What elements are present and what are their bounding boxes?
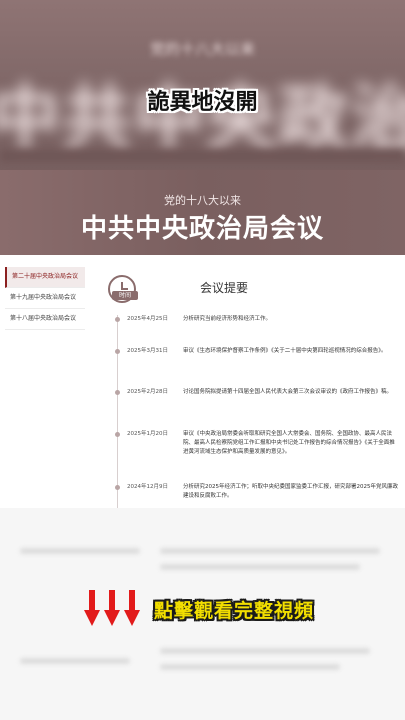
sidebar-nav: 第二十届中央政治局会议 第十九届中央政治局会议 第十八届中央政治局会议 bbox=[5, 267, 85, 330]
arrow-down-icon bbox=[124, 590, 140, 630]
timeline-dot bbox=[115, 317, 120, 322]
banner-subtitle: 党的十八大以来 bbox=[164, 194, 241, 207]
timeline-dot bbox=[115, 390, 120, 395]
blurred-subtitle: 党的十八大以来 bbox=[149, 40, 255, 58]
page-banner: 党的十八大以来 中共中央政治局会议 bbox=[0, 170, 405, 255]
banner-title: 中共中央政治局会议 bbox=[80, 214, 324, 244]
sidebar-item-18th[interactable]: 第十八届中央政治局会议 bbox=[5, 309, 85, 330]
arrow-down-icon bbox=[84, 590, 100, 630]
watch-full-video-caption[interactable]: 點擊觀看完整視頻 bbox=[154, 596, 314, 623]
sidebar-item-19th[interactable]: 第十九届中央政治局会议 bbox=[5, 288, 85, 309]
arrow-down-icon bbox=[104, 590, 120, 630]
entry-date: 2025年2月28日 bbox=[127, 389, 168, 395]
entry-summary[interactable]: 讨论国务院拟提请第十四届全国人民代表大会第三次会议审议的《政府工作报告》稿。 bbox=[183, 388, 399, 397]
blurred-divider bbox=[0, 150, 405, 162]
entry-summary[interactable]: 分析研究2025年经济工作；听取中央纪委国家监委工作汇报，研究部署2025年党风… bbox=[183, 483, 399, 501]
timeline-line bbox=[117, 315, 118, 508]
timeline-dot bbox=[115, 349, 120, 354]
entry-date: 2025年1月20日 bbox=[127, 431, 168, 437]
entry-summary[interactable]: 分析研究当前经济形势和经济工作。 bbox=[183, 315, 399, 324]
entry-date: 2025年4月25日 bbox=[127, 316, 168, 322]
entry-summary[interactable]: 审议《生态环境保护督察工作条例》《关于二十届中央第四轮巡视情况的综合报告》。 bbox=[183, 347, 399, 356]
entry-date: 2025年3月31日 bbox=[127, 348, 168, 354]
entry-summary[interactable]: 审议《中央政治局常委会听取和研究全国人大常委会、国务院、全国政协、最高人民法院、… bbox=[183, 430, 399, 457]
entry-date: 2024年12月9日 bbox=[127, 484, 168, 490]
time-label: 时间 bbox=[112, 291, 138, 300]
sidebar-item-20th[interactable]: 第二十届中央政治局会议 bbox=[5, 267, 85, 288]
timeline-dot bbox=[115, 485, 120, 490]
overlay-caption-top: 詭異地沒開 bbox=[147, 90, 258, 115]
timeline-dot bbox=[115, 432, 120, 437]
section-title: 会议提要 bbox=[200, 281, 249, 295]
meeting-content: 第二十届中央政治局会议 第十九届中央政治局会议 第十八届中央政治局会议 时间 会… bbox=[0, 255, 405, 508]
